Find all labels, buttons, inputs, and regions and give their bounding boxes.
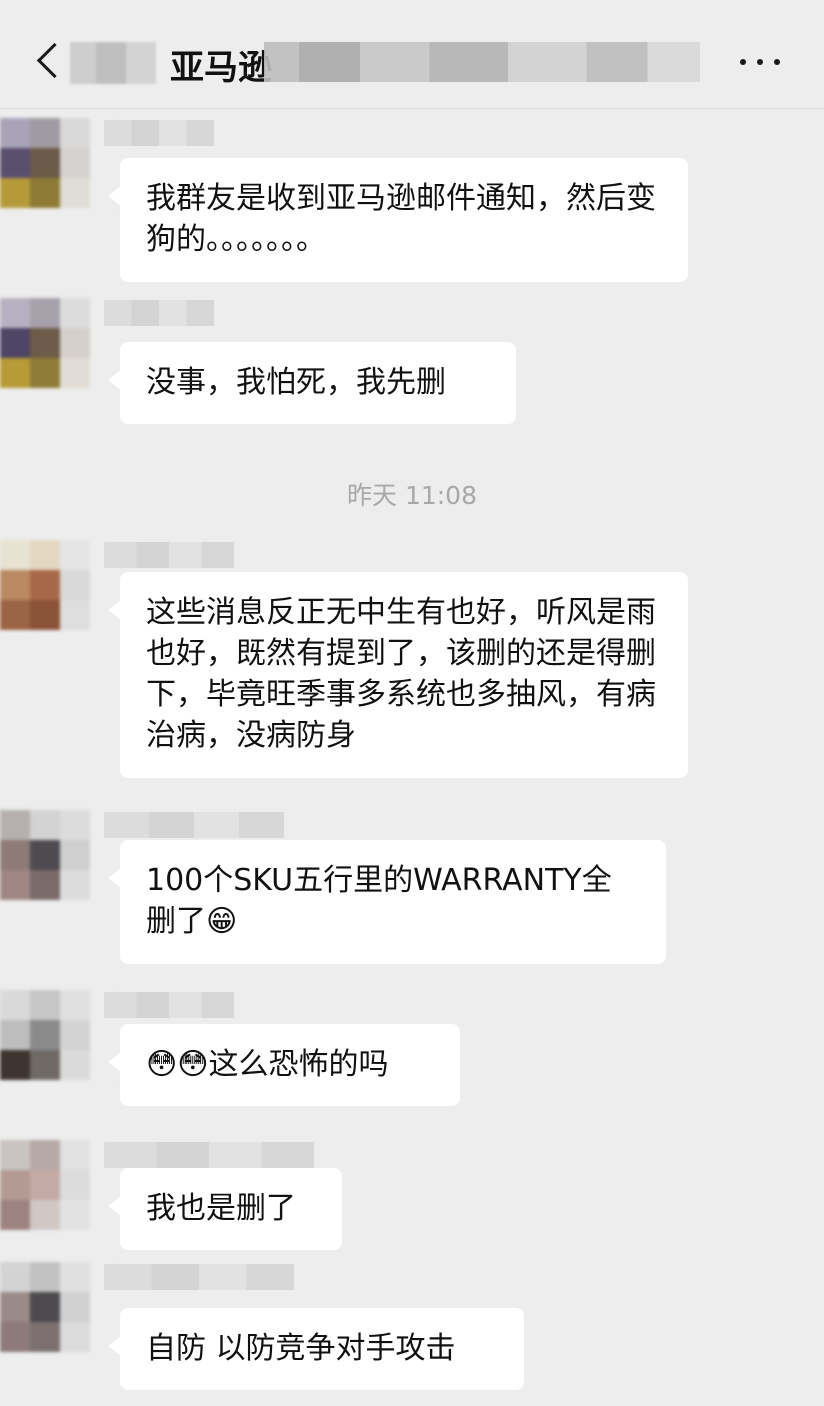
back-chevron-icon[interactable]: [34, 42, 62, 86]
chat-header: 亚马逊: [0, 0, 824, 109]
message-text: 自防 以防竞争对手攻击: [146, 1331, 456, 1366]
avatar[interactable]: [0, 540, 120, 630]
avatar[interactable]: [0, 1262, 120, 1352]
avatar[interactable]: [0, 1140, 120, 1230]
sender-name-blurred: [104, 812, 284, 838]
chat-title: 亚马逊: [170, 48, 272, 88]
sender-name-blurred: [104, 992, 234, 1018]
message-bubble[interactable]: 我也是删了: [108, 1168, 342, 1250]
avatar[interactable]: [0, 810, 120, 900]
message-bubble[interactable]: 没事，我怕死，我先删: [108, 342, 516, 424]
blurred-title-rest: [264, 42, 700, 82]
more-dots-icon[interactable]: [740, 52, 780, 72]
message-text: 这些消息反正无中生有也好，听风是雨也好，既然有提到了，该删的还是得删下，毕竟旺季…: [146, 595, 656, 753]
sender-name-blurred: [104, 120, 214, 146]
avatar[interactable]: [0, 990, 120, 1080]
message-bubble[interactable]: 100个SKU五行里的WARRANTY全删了😁: [108, 840, 666, 964]
message-bubble[interactable]: 自防 以防竞争对手攻击: [108, 1308, 524, 1390]
message-bubble[interactable]: 😳😳这么恐怖的吗: [108, 1024, 460, 1106]
message-bubble[interactable]: 我群友是收到亚马逊邮件通知，然后变狗的。。。。。。。: [108, 158, 688, 282]
message-bubble[interactable]: 这些消息反正无中生有也好，听风是雨也好，既然有提到了，该删的还是得删下，毕竟旺季…: [108, 572, 688, 778]
avatar[interactable]: [0, 298, 120, 388]
sender-name-blurred: [104, 300, 214, 326]
sender-name-blurred: [104, 1264, 294, 1290]
message-text: 我群友是收到亚马逊邮件通知，然后变狗的。。。。。。。: [146, 181, 656, 257]
message-text: 100个SKU五行里的WARRANTY全删了😁: [146, 863, 612, 939]
sender-name-blurred: [104, 542, 234, 568]
message-text: 没事，我怕死，我先删: [146, 365, 446, 400]
sender-name-blurred: [104, 1142, 314, 1168]
avatar[interactable]: [0, 118, 120, 208]
message-text: 我也是删了: [146, 1191, 296, 1226]
message-text: 😳😳这么恐怖的吗: [146, 1047, 389, 1082]
timestamp-divider: 昨天 11:08: [347, 481, 477, 510]
blurred-unread-count: [70, 42, 156, 84]
